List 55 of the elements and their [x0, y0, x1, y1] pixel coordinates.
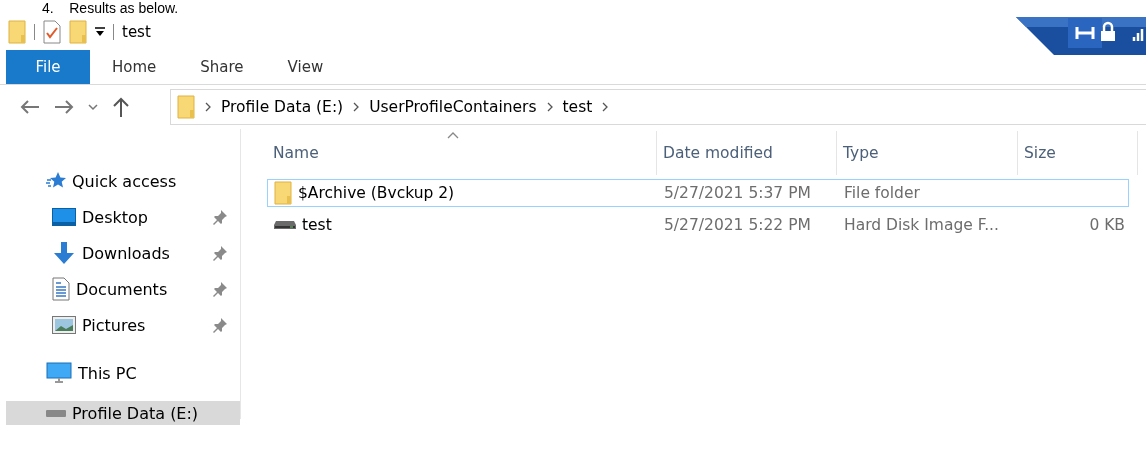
sidebar-item[interactable]: Pictures: [0, 307, 240, 343]
chevron-icon[interactable]: [602, 102, 609, 112]
document-icon: [52, 277, 70, 301]
monitor-icon: [46, 362, 72, 384]
properties-icon[interactable]: [43, 20, 61, 44]
window-title: test: [122, 23, 151, 41]
pin-icon[interactable]: [212, 245, 228, 261]
sidebar-item[interactable]: Desktop: [0, 199, 240, 235]
dropdown-icon[interactable]: [95, 27, 105, 37]
file-row[interactable]: test 5/27/2021 5:22 PM Hard Disk Image F... 0 KB: [267, 211, 1129, 239]
back-icon[interactable]: [20, 99, 40, 115]
picture-icon: [52, 316, 76, 334]
forward-icon[interactable]: [54, 99, 74, 115]
date-cell-text: 5/27/2021 5:37 PM: [663, 184, 812, 202]
folder-icon: [177, 95, 195, 119]
sidebar-item[interactable]: Downloads: [0, 235, 240, 271]
sidebar-item[interactable]: This PC: [0, 355, 240, 391]
type-cell-text: File folder: [843, 184, 921, 202]
column-header[interactable]: Type: [837, 131, 1018, 175]
desktop-icon: [52, 208, 76, 226]
pin-icon[interactable]: [212, 281, 228, 297]
sidebar-item[interactable]: Quick access: [0, 163, 240, 199]
new-folder-icon: [69, 20, 87, 44]
breadcrumb[interactable]: UserProfileContainers: [369, 98, 537, 116]
type-cell-text: Hard Disk Image F...: [843, 216, 1000, 234]
download-arrow-icon: [52, 242, 76, 264]
folder-icon: [8, 20, 26, 44]
date-cell-text: 5/27/2021 5:22 PM: [663, 216, 812, 234]
address-bar[interactable]: Profile Data (E:) UserProfileContainers test: [170, 89, 1146, 125]
breadcrumb[interactable]: Profile Data (E:): [221, 98, 344, 116]
folder-icon: [274, 181, 292, 205]
file-name: $Archive (Bvckup 2): [298, 184, 455, 202]
column-header[interactable]: Size: [1018, 131, 1138, 175]
chevron-icon[interactable]: [205, 102, 211, 112]
breadcrumb[interactable]: test: [562, 98, 593, 116]
column-header[interactable]: Name: [267, 131, 657, 175]
column-header[interactable]: Date modified: [657, 131, 837, 175]
up-arrow-icon[interactable]: [112, 97, 130, 117]
ribbon-tab[interactable]: File: [6, 50, 90, 84]
drive-icon: [46, 408, 66, 418]
pin-icon[interactable]: [212, 317, 228, 333]
caption-text: 4. Results as below.: [41, 0, 180, 16]
sidebar-item[interactable]: Documents: [0, 271, 240, 307]
sidebar-item[interactable]: Profile Data (E:): [6, 401, 240, 425]
ribbon-tab[interactable]: Home: [90, 50, 179, 84]
file-name: test: [302, 216, 332, 234]
chevron-icon[interactable]: [546, 102, 553, 112]
chevron-icon[interactable]: [353, 102, 360, 112]
ribbon-tab[interactable]: View: [265, 50, 346, 84]
size-cell-text: 0 KB: [1088, 216, 1126, 234]
chevron-icon[interactable]: [88, 103, 98, 111]
pin-icon[interactable]: [212, 209, 228, 225]
drive-icon: [274, 220, 296, 230]
file-row[interactable]: $Archive (Bvckup 2) 5/27/2021 5:37 PM File folder: [267, 179, 1129, 207]
ribbon-tab[interactable]: Share: [178, 50, 266, 84]
